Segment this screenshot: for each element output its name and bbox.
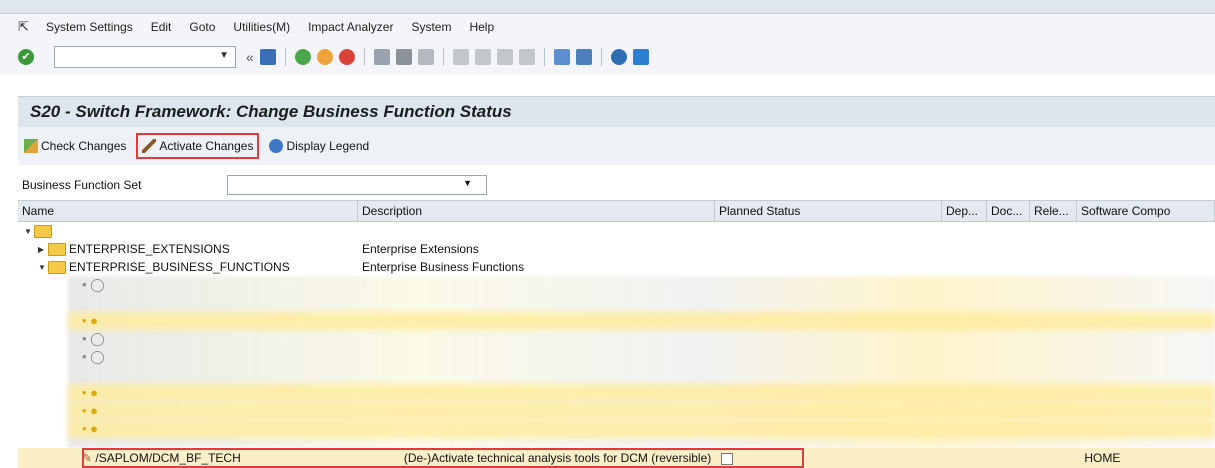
toolbar-separator [363,48,365,66]
column-name[interactable]: Name [18,201,358,221]
column-planned-status[interactable]: Planned Status [715,201,942,221]
tree-header: Name Description Planned Status Dep... D… [18,200,1215,222]
inactive-bulb-icon: • ◯ [82,349,105,364]
selected-row-highlight-frame [82,448,804,468]
print-icon[interactable] [373,49,390,65]
blurred-row-highlight [68,402,1215,420]
business-function-tree: Name Description Planned Status Dep... D… [18,200,1215,468]
folder-icon [34,225,52,239]
blurred-row-highlight [68,384,1215,402]
display-legend-label: Display Legend [286,139,370,153]
tree-row-enterprise-extensions[interactable]: ▶ ENTERPRISE_EXTENSIONS Enterprise Extens… [18,240,1215,258]
menu-utilities[interactable]: Utilities(M) [233,20,290,34]
application-toolbar: Check Changes Activate Changes Display L… [18,127,1215,165]
expand-arrow-icon[interactable]: ▼ [38,263,48,272]
shortcut-icon[interactable] [575,49,592,65]
tree-rows: ▼ ▶ ENTERPRISE_EXTENSIONS Enterprise Exte… [18,222,1215,468]
help-icon[interactable] [610,49,627,65]
folder-icon [48,261,66,275]
column-description[interactable]: Description [358,201,715,221]
title-bar: S20 - Switch Framework: Change Business … [18,96,1215,127]
chevron-down-icon[interactable]: ▼ [463,178,472,188]
toolbar-separator [600,48,602,66]
page-title: S20 - Switch Framework: Change Business … [30,102,512,121]
back-icon[interactable] [294,49,311,65]
menu-system[interactable]: System [411,20,451,34]
save-icon[interactable] [259,49,276,65]
command-field[interactable]: ▼ [54,46,236,68]
chevron-down-icon[interactable]: ▼ [219,50,229,61]
first-page-icon[interactable] [452,49,469,65]
menu-system-settings[interactable]: System Settings [46,20,133,34]
business-function-set-row: Business Function Set ▼ [18,173,1215,197]
activate-changes-button[interactable]: Activate Changes [136,133,260,159]
last-page-icon[interactable] [518,49,535,65]
column-software-component[interactable]: Software Compo [1077,201,1215,221]
activate-changes-label: Activate Changes [159,139,254,153]
column-dependencies[interactable]: Dep... [942,201,987,221]
menu-impact-analyzer[interactable]: Impact Analyzer [308,20,393,34]
back-double-arrow-icon[interactable]: « [246,49,254,65]
find-next-icon[interactable] [417,49,434,65]
selected-software-component: HOME [1084,451,1121,465]
business-function-set-select[interactable]: ▼ [227,175,487,195]
inactive-bulb-icon: • ◯ [82,331,105,346]
exit-icon[interactable] [316,49,333,65]
business-function-set-label: Business Function Set [22,178,142,192]
active-bulb-icon: • ● [82,421,99,436]
new-session-icon[interactable] [553,49,570,65]
toolbar-separator [284,48,286,66]
customize-layout-icon[interactable] [632,49,649,65]
menu-edit[interactable]: Edit [151,20,172,34]
magic-wand-icon [142,139,157,153]
tree-row-root[interactable]: ▼ [18,222,1215,240]
column-documentation[interactable]: Doc... [987,201,1030,221]
blurred-row-highlight [68,420,1215,438]
toolbar-separator [543,48,545,66]
expand-arrow-icon[interactable]: ▼ [24,227,34,236]
blurred-row-highlight [68,312,1215,330]
active-bulb-icon: • ● [82,403,99,418]
previous-page-icon[interactable] [474,49,491,65]
check-changes-label: Check Changes [41,139,127,153]
check-changes-icon [24,139,38,153]
folder-icon [48,243,66,257]
enter-icon[interactable]: ✔ [18,49,34,65]
active-bulb-icon: • ● [82,313,99,328]
toolbar-separator [442,48,444,66]
collapse-arrow-icon[interactable]: ▶ [38,245,48,254]
column-release[interactable]: Rele... [1030,201,1077,221]
legend-icon [269,139,284,153]
check-changes-button[interactable]: Check Changes [20,133,130,159]
top-strip [0,0,1215,14]
inactive-bulb-icon: • ◯ [82,277,105,292]
menu-help[interactable]: Help [469,20,494,34]
menu-exit-icon[interactable]: ⇱ [18,20,32,33]
display-legend-button[interactable]: Display Legend [265,133,373,159]
cancel-icon[interactable] [338,49,355,65]
standard-toolbar: ✔ ▼ « [0,40,1215,74]
find-icon[interactable] [395,49,412,65]
tree-row-enterprise-business-functions[interactable]: ▼ ENTERPRISE_BUSINESS_FUNCTIONS Enterpris… [18,258,1215,276]
active-bulb-icon: • ● [82,385,99,400]
menu-goto[interactable]: Goto [189,20,215,34]
menu-bar: ⇱ System Settings Edit Goto Utilities(M)… [0,14,1215,40]
next-page-icon[interactable] [496,49,513,65]
